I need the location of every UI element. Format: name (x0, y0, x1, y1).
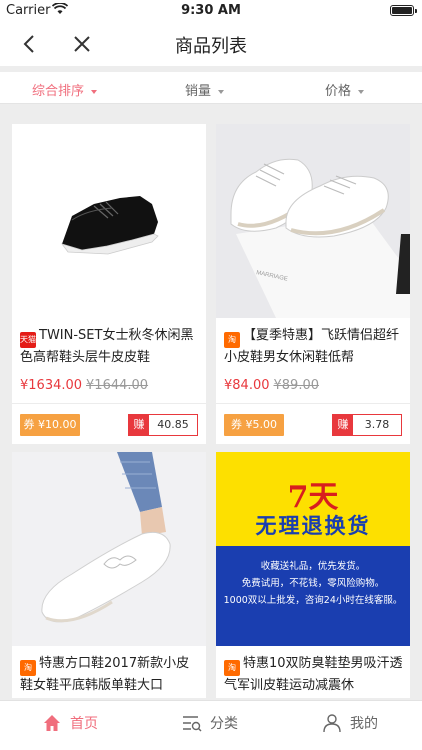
status-bar: Carrier 9:30 AM (0, 0, 422, 22)
sort-price-label: 价格 (325, 84, 352, 99)
clock: 9:30 AM (181, 3, 241, 18)
promo-line: 1000双以上批发，咨询24小时在线客服。 (223, 595, 403, 606)
promo-band: 收藏送礼品，优先发货。 免费试用，不花钱，零风险购物。 1000双以上批发，咨询… (216, 546, 410, 646)
taobao-icon: 淘 (224, 332, 240, 348)
product-title: 淘【夏季特惠】飞跃情侣超纤小皮鞋男女休闲鞋低帮 (224, 326, 406, 368)
navigation-bar: 商品列表 (0, 22, 422, 66)
sort-arrow-icon (91, 89, 98, 94)
product-image: 7天 无理退换货 收藏送礼品，优先发货。 免费试用，不花钱，零风险购物。 100… (216, 452, 410, 646)
product-title-text: 特惠方口鞋2017新款小皮鞋女鞋平底韩版单鞋大口 (20, 656, 190, 693)
category-icon (183, 716, 202, 732)
tab-home-label: 首页 (70, 716, 98, 732)
earn-label: 赚 (333, 415, 353, 435)
tab-profile-label: 我的 (350, 716, 378, 732)
product-image: MARRIAGE (216, 124, 410, 318)
user-icon (323, 714, 341, 733)
product-title-text: 【夏季特惠】飞跃情侣超纤小皮鞋男女休闲鞋低帮 (224, 328, 400, 365)
divider (216, 403, 410, 404)
coupon-button[interactable]: 券 ¥5.00 (224, 414, 284, 436)
product-title: 淘特惠方口鞋2017新款小皮鞋女鞋平底韩版单鞋大口 (20, 654, 202, 696)
taobao-icon: 淘 (20, 660, 36, 676)
taobao-icon: 淘 (224, 660, 240, 676)
sort-filter-bar: 综合排序 销量 价格 (0, 72, 422, 104)
product-title: 天猫 TWIN-SET女士秋冬休闲黑色高帮鞋头层牛皮皮鞋 (20, 326, 202, 368)
product-card[interactable]: MARRIAGE 淘【夏季特惠】飞跃情侣超纤小皮鞋男女休闲鞋低帮 ¥84.00 ¥… (216, 124, 410, 444)
tmall-icon: 天猫 (20, 332, 36, 348)
sort-arrow-icon (218, 89, 225, 94)
promo-line: 收藏送礼品，优先发货。 (260, 561, 366, 572)
home-icon (44, 715, 60, 731)
sort-price-tab[interactable]: 价格 (325, 80, 365, 99)
tab-bar: 首页 分类 我的 (0, 700, 422, 750)
earn-value: 40.85 (157, 418, 189, 431)
product-image (12, 124, 206, 318)
product-price: ¥1634.00 (20, 378, 83, 393)
original-price: ¥89.00 (273, 378, 320, 393)
sort-default-label: 综合排序 (32, 84, 85, 99)
earn-value: 3.78 (364, 418, 390, 431)
earn-button[interactable]: 赚 40.85 (128, 414, 198, 436)
earn-label: 赚 (129, 415, 149, 435)
sort-arrow-icon (358, 89, 365, 94)
coupon-button[interactable]: 券 ¥10.00 (20, 414, 80, 436)
sort-default-tab[interactable]: 综合排序 (32, 80, 98, 99)
battery-icon (390, 5, 417, 16)
price-row: ¥84.00 ¥89.00 (224, 378, 319, 393)
sort-sales-tab[interactable]: 销量 (185, 80, 225, 99)
price-row: ¥1634.00 ¥1644.00 (20, 378, 148, 393)
product-title: 淘特惠10双防臭鞋垫男吸汗透气军训皮鞋运动减震休 (224, 654, 406, 696)
original-price: ¥1644.00 (86, 378, 149, 393)
promo-line: 免费试用，不花钱，零风险购物。 (241, 578, 385, 589)
product-image (12, 452, 206, 646)
page-title: 商品列表 (175, 36, 247, 57)
earn-button[interactable]: 赚 3.78 (332, 414, 402, 436)
product-price: ¥84.00 (224, 378, 270, 393)
product-card[interactable]: 天猫 TWIN-SET女士秋冬休闲黑色高帮鞋头层牛皮皮鞋 ¥1634.00 ¥164… (12, 124, 206, 444)
sort-sales-label: 销量 (185, 84, 212, 99)
product-title-text: TWIN-SET女士秋冬休闲黑色高帮鞋头层牛皮皮鞋 (20, 328, 194, 365)
product-card[interactable]: 7天 无理退换货 收藏送礼品，优先发货。 免费试用，不花钱，零风险购物。 100… (216, 452, 410, 698)
tab-category-label: 分类 (210, 716, 238, 732)
product-title-text: 特惠10双防臭鞋垫男吸汗透气军训皮鞋运动减震休 (224, 656, 403, 693)
product-card[interactable]: 淘特惠方口鞋2017新款小皮鞋女鞋平底韩版单鞋大口 (12, 452, 206, 698)
divider (12, 403, 206, 404)
promo-headline: 无理退换货 (255, 514, 371, 538)
